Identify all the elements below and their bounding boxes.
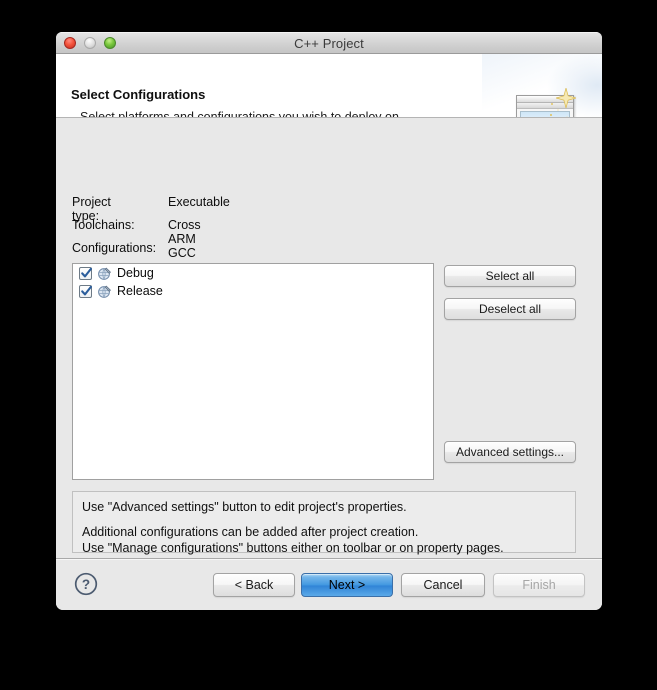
configurations-label: Configurations: xyxy=(72,241,157,255)
sparkle-star-icon xyxy=(556,88,576,108)
window-titlebar[interactable]: C++ Project xyxy=(56,32,602,54)
select-all-button[interactable]: Select all xyxy=(444,265,576,287)
wizard-header: Select Configurations Select platforms a… xyxy=(56,54,602,118)
info-line-2: Additional configurations can be added a… xyxy=(82,525,419,539)
toolchains-value: Cross ARM GCC xyxy=(168,218,201,260)
info-line-3: Use "Manage configurations" buttons eith… xyxy=(82,541,504,555)
finish-button: Finish xyxy=(493,573,585,597)
page-subtitle: Select platforms and configurations you … xyxy=(80,110,399,118)
info-panel: Use "Advanced settings" button to edit p… xyxy=(72,491,576,555)
back-button[interactable]: < Back xyxy=(213,573,295,597)
project-type-value: Executable xyxy=(168,195,230,209)
configuration-label: Debug xyxy=(117,266,154,280)
list-item[interactable]: Release xyxy=(73,282,433,300)
cancel-button[interactable]: Cancel xyxy=(401,573,485,597)
list-item[interactable]: Debug xyxy=(73,264,433,282)
info-line-1: Use "Advanced settings" button to edit p… xyxy=(82,500,407,514)
window-title: C++ Project xyxy=(294,36,364,51)
deselect-all-button[interactable]: Deselect all xyxy=(444,298,576,320)
wizard-body: Project type: Executable Toolchains: Cro… xyxy=(56,118,602,559)
page-title: Select Configurations xyxy=(71,87,206,102)
configuration-icon xyxy=(97,284,112,299)
help-icon[interactable]: ? xyxy=(74,572,98,596)
next-button[interactable]: Next > xyxy=(301,573,393,597)
wizard-footer: ? < Back Next > Cancel Finish xyxy=(56,559,602,610)
configurations-listbox[interactable]: Debug Release xyxy=(72,263,434,480)
svg-text:?: ? xyxy=(82,577,90,592)
checkbox-debug[interactable] xyxy=(79,266,92,280)
cpp-project-wizard-window: C++ Project Select Configurations Select… xyxy=(56,32,602,610)
configuration-icon xyxy=(97,266,112,281)
advanced-settings-button[interactable]: Advanced settings... xyxy=(444,441,576,463)
checkbox-release[interactable] xyxy=(79,284,92,298)
toolchains-label: Toolchains: xyxy=(72,218,135,232)
configuration-label: Release xyxy=(117,284,163,298)
